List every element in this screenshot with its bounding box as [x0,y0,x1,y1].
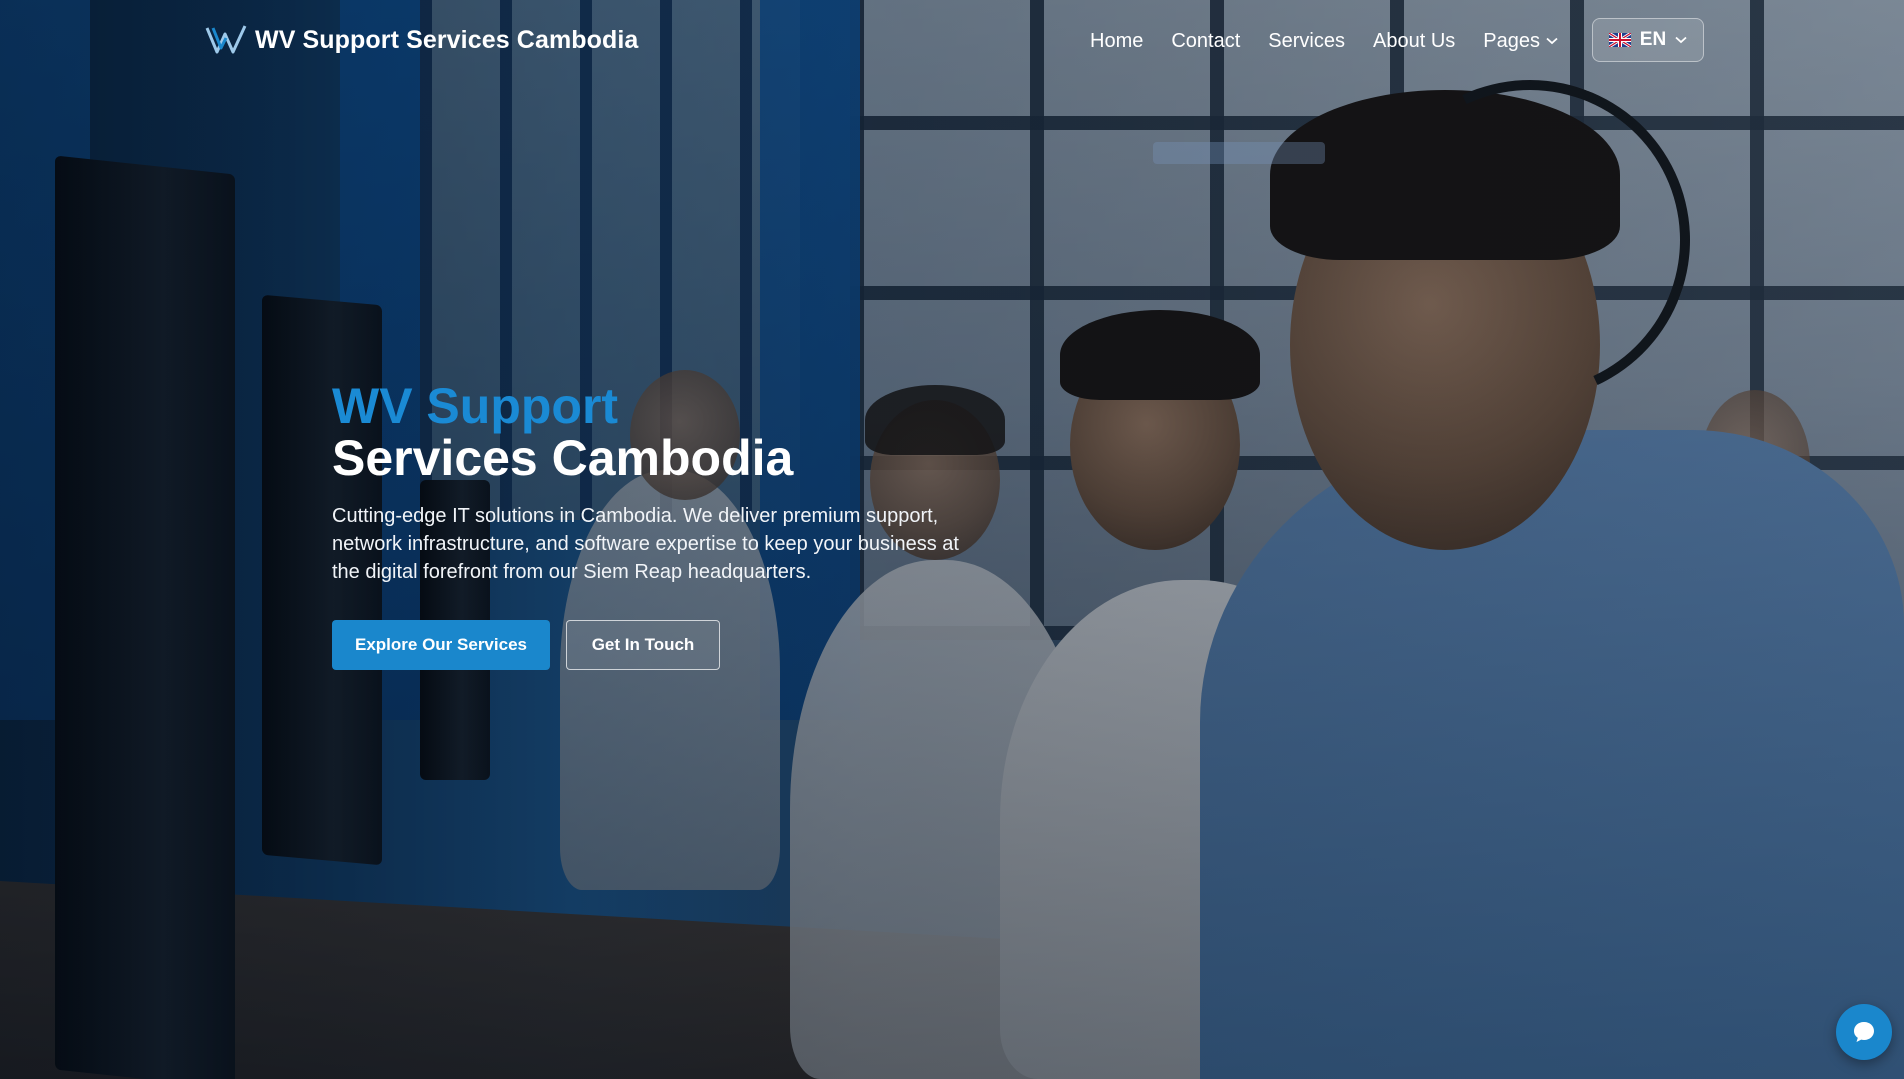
nav-item-about-us[interactable]: About Us [1373,30,1455,53]
uk-flag-icon [1608,33,1631,47]
brand-link[interactable]: WV Support Services Cambodia [205,22,638,58]
page: WV Support Services Cambodia Home Contac… [0,0,1904,1079]
hero-actions: Explore Our Services Get In Touch [332,620,1012,670]
hero-section: WV Support Services Cambodia Cutting-edg… [332,380,1012,670]
site-header: WV Support Services Cambodia Home Contac… [0,0,1904,82]
nav-item-pages[interactable]: Pages [1483,30,1558,53]
brand-name: WV Support Services Cambodia [255,25,639,54]
main-nav: Home Contact Services About Us Pages [1090,18,1586,64]
hero-description: Cutting-edge IT solutions in Cambodia. W… [332,505,959,583]
chat-bubble-icon [1854,1022,1874,1042]
nav-item-services[interactable]: Services [1268,30,1345,53]
get-in-touch-button[interactable]: Get In Touch [566,620,720,670]
nav-item-contact[interactable]: Contact [1171,30,1240,53]
chevron-down-icon [1675,36,1687,44]
nav-item-pages-label: Pages [1483,29,1540,52]
language-code: EN [1639,29,1667,50]
faded-background-element [1153,142,1325,164]
wv-logo-icon [205,25,247,54]
hero-title-accent: WV Support [332,378,619,434]
language-selector[interactable]: EN [1592,18,1704,62]
chat-button[interactable] [1836,1004,1892,1060]
hero-title: Services Cambodia [332,430,794,486]
explore-services-button[interactable]: Explore Our Services [332,620,550,670]
chevron-down-icon [1546,37,1558,45]
nav-item-home[interactable]: Home [1090,30,1143,53]
